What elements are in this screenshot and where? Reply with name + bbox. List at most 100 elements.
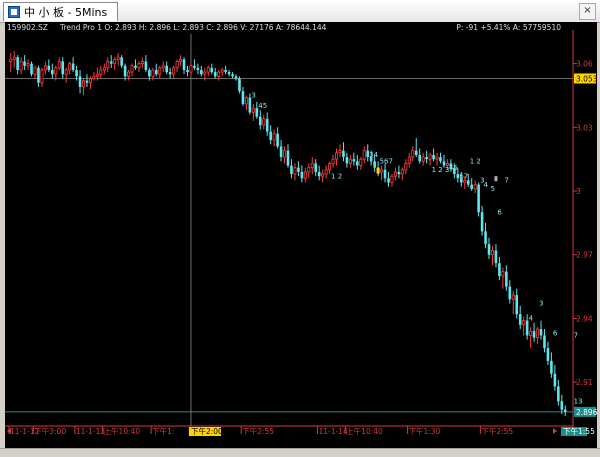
candle-body-up xyxy=(359,158,363,166)
candle-body-down xyxy=(182,59,186,70)
candle-body-up xyxy=(310,163,314,169)
candle-body-up xyxy=(428,154,432,160)
candle-body-up xyxy=(331,158,335,164)
candle-body-down xyxy=(47,65,51,70)
candle-body-down xyxy=(477,184,480,213)
candle-body-up xyxy=(175,61,179,69)
wave-count-label: 7 xyxy=(574,332,578,340)
wave-count-label: 34 xyxy=(369,151,378,159)
candle-body-down xyxy=(505,271,508,287)
candle-body-down xyxy=(487,244,491,255)
tab-zhongxiaoban-5mins[interactable]: 中 小 板 - 5Mins xyxy=(3,2,119,21)
tab-title: 中 小 板 - 5Mins xyxy=(24,6,108,19)
candle-body-down xyxy=(525,320,529,336)
candle-body-up xyxy=(407,156,411,164)
symbol-label: 159902.SZ xyxy=(7,23,48,32)
candle-body-up xyxy=(328,163,332,171)
candle-body-up xyxy=(130,65,134,73)
candle-body-up xyxy=(380,169,384,173)
wave-count-label: 4 xyxy=(484,181,489,189)
candle-body-down xyxy=(484,231,487,245)
candle-body-down xyxy=(241,91,245,104)
wave-count-label: 567 xyxy=(380,157,393,165)
candle-body-up xyxy=(172,67,176,75)
wave-count-label: 1 2 3 xyxy=(432,166,450,174)
candle-body-down xyxy=(213,72,217,77)
candle-body-up xyxy=(390,175,394,183)
time-tick-label: 下午2:55 xyxy=(242,426,274,436)
position-summary: P: -91 +5.41% A: 57759510 xyxy=(456,23,561,32)
candle-body-up xyxy=(435,156,439,160)
candle-body-down xyxy=(432,154,435,160)
price-tick-label: 3.03 xyxy=(576,123,593,132)
candle-body-down xyxy=(148,69,151,77)
candle-body-up xyxy=(411,150,415,158)
candle-body-up xyxy=(140,61,144,65)
chart-window-icon xyxy=(8,6,20,18)
chart-plot-area[interactable]: 3.063.0332.972.942.9111-1-12下午3:00 11-1-1… xyxy=(5,22,598,448)
candle-body-up xyxy=(463,180,467,183)
time-tick-label: 上午10:40 xyxy=(104,426,141,436)
price-tick-label: 3 xyxy=(576,187,581,196)
candle-body-up xyxy=(151,69,155,77)
candle-body-down xyxy=(30,63,33,75)
candle-body-down xyxy=(193,65,196,68)
candle-body-up xyxy=(283,150,287,158)
candle-body-up xyxy=(19,61,23,71)
last-price-label-text: 2.896 xyxy=(576,408,597,417)
candle-body-up xyxy=(220,69,224,73)
title-bar: 中 小 板 - 5Mins × xyxy=(0,0,600,23)
time-tick-label: 11-1-14 xyxy=(318,427,347,436)
candle-body-up xyxy=(251,107,255,113)
crosshair-price-label: 3.053 xyxy=(574,73,598,84)
candle-body-down xyxy=(120,57,123,66)
candle-body-up xyxy=(522,320,526,326)
last-time-label-text: 下午1:55 xyxy=(563,426,595,436)
candle-body-down xyxy=(265,118,269,132)
candle-body-up xyxy=(335,152,339,160)
candle-body-up xyxy=(26,63,30,67)
candle-body-down xyxy=(75,69,78,77)
candle-body-up xyxy=(99,69,103,75)
candle-body-down xyxy=(186,69,189,73)
candle-body-down xyxy=(557,386,560,402)
wave-count-label: 45 xyxy=(258,102,267,110)
candle-body-up xyxy=(490,250,494,256)
candle-body-down xyxy=(442,161,446,166)
candle-body-down xyxy=(85,80,89,83)
close-button[interactable]: × xyxy=(579,3,596,20)
candle-body-up xyxy=(116,56,120,60)
candle-body-up xyxy=(501,271,505,277)
candle-body-down xyxy=(356,161,359,166)
candle-body-down xyxy=(397,171,401,175)
candle-body-down xyxy=(23,61,26,66)
wave-count-label: 1 2 xyxy=(331,172,342,180)
candle-body-down xyxy=(134,65,137,68)
candle-body-down xyxy=(563,409,567,412)
marker-candle xyxy=(494,176,498,182)
candle-body-up xyxy=(127,71,131,77)
candle-body-up xyxy=(404,163,408,171)
candle-body-down xyxy=(269,131,272,141)
candle-body-up xyxy=(64,69,68,75)
candle-body-up xyxy=(321,173,325,177)
candlestick-chart[interactable]: 3.06 3.03 3 2.97 2.94 2.91 11-1-12 下午3:00 11-1-1… xyxy=(5,22,598,448)
time-tick-label: 下午1: xyxy=(152,426,174,436)
candle-body-down xyxy=(543,335,546,349)
candle-body-up xyxy=(43,65,47,71)
candle-body-down xyxy=(61,61,65,75)
candle-body-up xyxy=(536,328,540,338)
candle-body-up xyxy=(529,330,533,336)
candle-body-down xyxy=(276,133,279,147)
candle-body-down xyxy=(71,63,75,70)
time-tick-label: 下午1:30 xyxy=(409,426,441,436)
candle-body-down xyxy=(154,69,158,75)
scroll-right-icon xyxy=(553,428,557,434)
candle-body-up xyxy=(400,169,404,175)
candle-body-up xyxy=(33,67,37,75)
candle-body-down xyxy=(539,329,543,336)
time-tick-label: 上午10:40 xyxy=(346,426,383,436)
candle-body-down xyxy=(109,61,113,64)
candle-body-up xyxy=(88,78,92,84)
candle-body-down xyxy=(51,69,54,75)
